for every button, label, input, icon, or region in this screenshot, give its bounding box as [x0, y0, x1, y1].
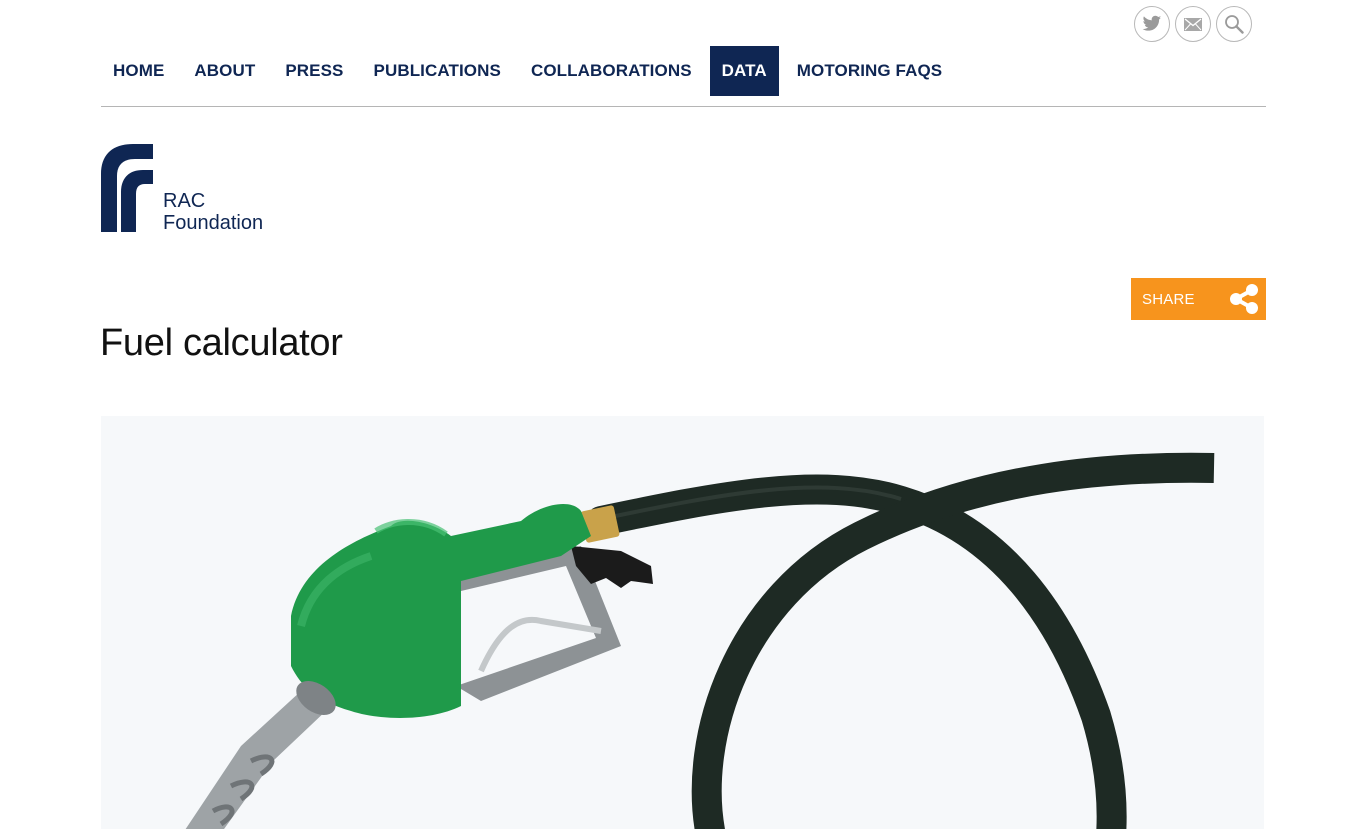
page: HOME ABOUT PRESS PUBLICATIONS COLLABORAT… [0, 0, 1353, 829]
search-icon [1225, 15, 1244, 34]
search-button[interactable] [1216, 6, 1252, 42]
share-button[interactable]: SHARE [1131, 278, 1266, 320]
twitter-icon [1142, 15, 1162, 31]
nav-item-about[interactable]: ABOUT [182, 46, 267, 96]
nav-item-motoring-faqs[interactable]: MOTORING FAQS [785, 46, 955, 96]
main-nav: HOME ABOUT PRESS PUBLICATIONS COLLABORAT… [101, 46, 960, 96]
nav-item-press[interactable]: PRESS [273, 46, 355, 96]
share-label: SHARE [1142, 290, 1195, 308]
logo-text: RAC Foundation [163, 190, 263, 234]
rac-foundation-logo-icon [101, 144, 153, 232]
twitter-button[interactable] [1134, 6, 1170, 42]
email-icon [1184, 17, 1202, 31]
logo-line-rac: RAC [163, 190, 206, 212]
hero-image [101, 416, 1264, 829]
social-links [1134, 6, 1252, 42]
fuel-pump-nozzle-image [185, 452, 1215, 829]
nav-item-publications[interactable]: PUBLICATIONS [362, 46, 513, 96]
site-logo[interactable]: RAC Foundation [101, 144, 281, 236]
page-title: Fuel calculator [100, 322, 343, 364]
nav-item-home[interactable]: HOME [101, 46, 176, 96]
nav-item-data[interactable]: DATA [709, 46, 779, 96]
email-button[interactable] [1175, 6, 1211, 42]
logo-line-foundation: Foundation [163, 212, 264, 234]
nav-item-collaborations[interactable]: COLLABORATIONS [519, 46, 704, 96]
nav-divider [101, 106, 1266, 107]
share-icon [1230, 284, 1258, 314]
